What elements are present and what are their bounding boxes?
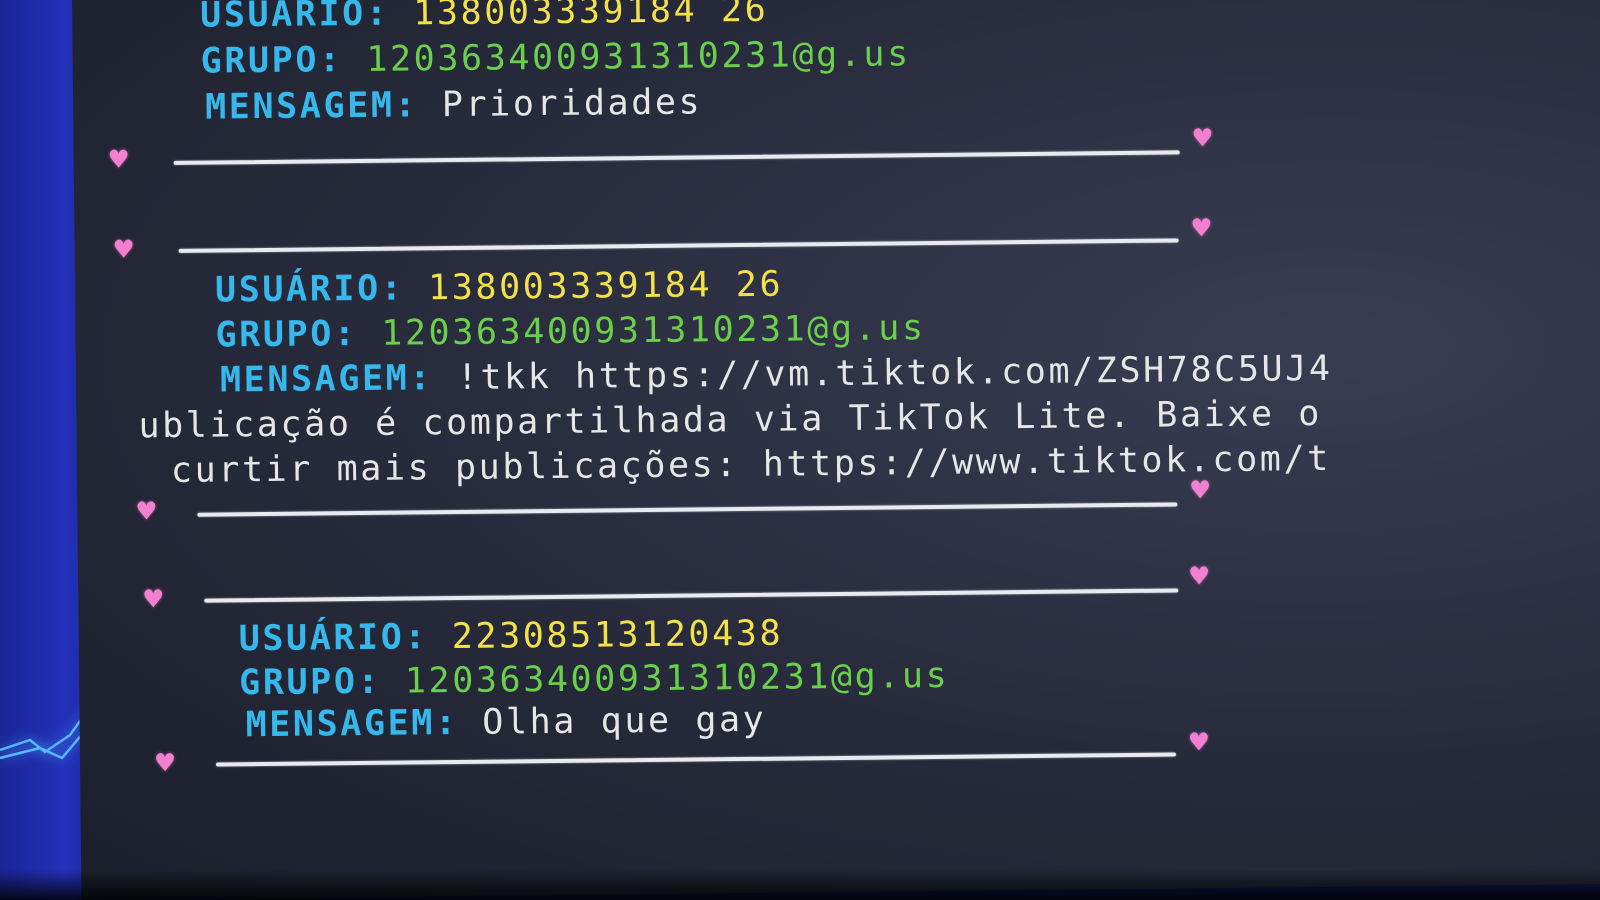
heart-icon: ♥: [155, 745, 175, 782]
message-label: MENSAGEM:: [204, 85, 419, 128]
message-continuation-line: curtir mais publicações: https://www.tik…: [170, 438, 1332, 491]
user-label: USUÁRIO:: [214, 268, 405, 311]
entry-3-user-line: USUÁRIO: 22308513120438: [238, 613, 784, 660]
heart-icon: ♥: [1189, 725, 1209, 761]
message-value: Olha que gay: [482, 699, 767, 743]
user-label: USUÁRIO:: [238, 617, 429, 660]
entry-2-group-line: GRUPO: 120363400931310231@g.us: [215, 308, 926, 356]
user-value: 138003339184 26: [412, 0, 769, 34]
entry-divider: [204, 588, 1179, 603]
heart-icon: ♥: [144, 582, 163, 618]
entry-1-message-line: MENSAGEM: Prioridades: [204, 82, 703, 128]
photo-of-monitor: USUÁRIO: 138003339184 26 GRUPO: 12036340…: [0, 0, 1600, 900]
message-label: MENSAGEM:: [219, 358, 434, 401]
message-continuation-line: ublicação é compartilhada via TikTok Lit…: [138, 393, 1323, 447]
heart-icon: ♥: [1191, 473, 1210, 509]
entry-3-message-line: MENSAGEM: Olha que gay: [245, 699, 767, 746]
entry-divider: [215, 752, 1176, 767]
group-label: GRUPO:: [215, 314, 358, 356]
entry-divider: [178, 238, 1179, 253]
heart-icon: ♥: [114, 232, 133, 268]
message-label: MENSAGEM:: [245, 702, 459, 746]
entry-divider: [173, 150, 1180, 165]
user-value: 22308513120438: [451, 613, 784, 658]
user-value: 138003339184 26: [427, 264, 784, 309]
entry-2-message-line: MENSAGEM: !tkk https://vm.tiktok.com/ZSH…: [219, 348, 1333, 401]
entry-1-user-line: USUÁRIO: 138003339184 26: [199, 0, 769, 36]
terminal-window: USUÁRIO: 138003339184 26 GRUPO: 12036340…: [72, 0, 1600, 900]
user-label: USUÁRIO:: [199, 0, 390, 36]
entry-3-group-line: GRUPO: 120363400931310231@g.us: [238, 655, 950, 704]
entry-divider: [197, 502, 1178, 517]
entry-1-group-line: GRUPO: 120363400931310231@g.us: [200, 34, 911, 82]
group-value: 120363400931310231@g.us: [366, 34, 911, 80]
heart-icon: ♥: [109, 142, 128, 178]
heart-icon: ♥: [1193, 121, 1212, 157]
group-value: 120363400931310231@g.us: [381, 308, 926, 354]
heart-icon: ♥: [1192, 211, 1211, 247]
message-value: Prioridades: [441, 82, 703, 126]
message-value: !tkk https://vm.tiktok.com/ZSH78C5UJ4: [456, 348, 1333, 398]
heart-icon: ♥: [1189, 559, 1209, 595]
group-label: GRUPO:: [238, 661, 382, 704]
monitor-bezel-shadow: [0, 870, 1600, 900]
heart-icon: ♥: [137, 494, 156, 530]
group-label: GRUPO:: [200, 40, 343, 82]
entry-2-user-line: USUÁRIO: 138003339184 26: [214, 264, 784, 311]
group-value: 120363400931310231@g.us: [404, 655, 950, 702]
